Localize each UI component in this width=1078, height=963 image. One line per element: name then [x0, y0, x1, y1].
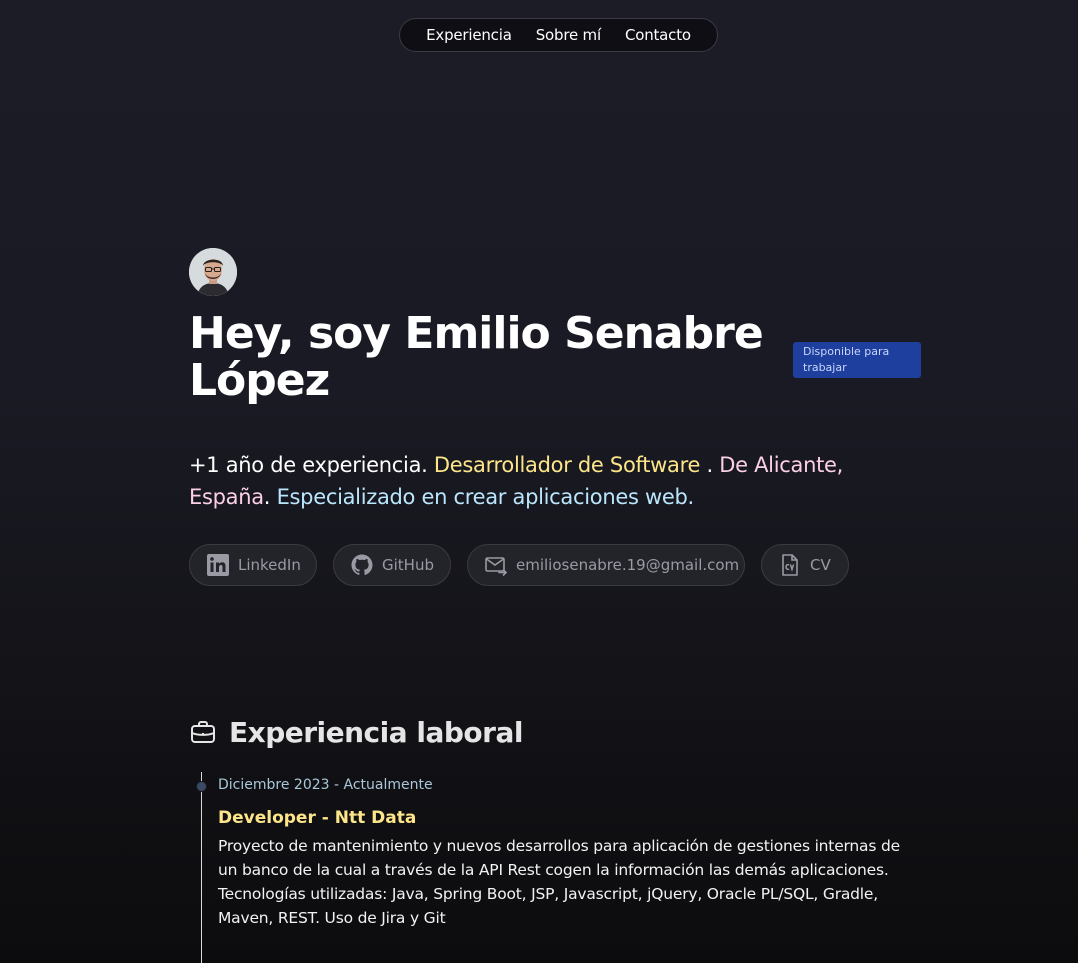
linkedin-button[interactable]: LinkedIn — [189, 544, 317, 586]
linkedin-icon — [207, 554, 229, 576]
cv-button[interactable]: CV — [761, 544, 849, 586]
github-label: GitHub — [382, 556, 434, 574]
intro-part: . — [263, 485, 277, 509]
cv-file-icon — [782, 554, 798, 576]
github-button[interactable]: GitHub — [333, 544, 451, 586]
intro-part: +1 año de experiencia. — [189, 453, 434, 477]
briefcase-icon — [191, 721, 215, 743]
linkedin-label: LinkedIn — [238, 556, 301, 574]
job-description: Proyecto de mantenimiento y nuevos desar… — [218, 837, 900, 927]
page-title: Hey, soy Emilio Senabre López — [189, 308, 764, 406]
mail-send-icon — [485, 557, 508, 576]
top-nav: Experiencia Sobre mí Contacto — [399, 18, 718, 52]
nav-sobre-mi[interactable]: Sobre mí — [536, 26, 601, 44]
status-badge: Disponible para trabajar — [793, 342, 921, 378]
timeline-dot — [196, 781, 207, 792]
timeline-line — [201, 772, 202, 963]
section-title-experience: Experiencia laboral — [189, 714, 523, 750]
email-button[interactable]: emiliosenabre.19@gmail.com — [467, 544, 745, 586]
cv-label: CV — [810, 556, 831, 574]
job-date: Diciembre 2023 - Actualmente — [218, 777, 433, 793]
intro-role: Desarrollador de Software — [433, 453, 701, 477]
intro-specialty: Especializado en crear aplicaciones web. — [276, 485, 695, 509]
job-title: Developer - Ntt Data — [218, 808, 417, 828]
nav-contacto[interactable]: Contacto — [625, 26, 691, 44]
avatar — [189, 248, 237, 296]
nav-experiencia[interactable]: Experiencia — [426, 26, 512, 44]
github-icon — [351, 554, 373, 575]
intro-text: +1 año de experiencia. Desarrollador de … — [189, 449, 869, 513]
section-title-label: Experiencia laboral — [229, 715, 523, 749]
intro-part: . — [700, 453, 720, 477]
email-label: emiliosenabre.19@gmail.com — [516, 556, 740, 574]
